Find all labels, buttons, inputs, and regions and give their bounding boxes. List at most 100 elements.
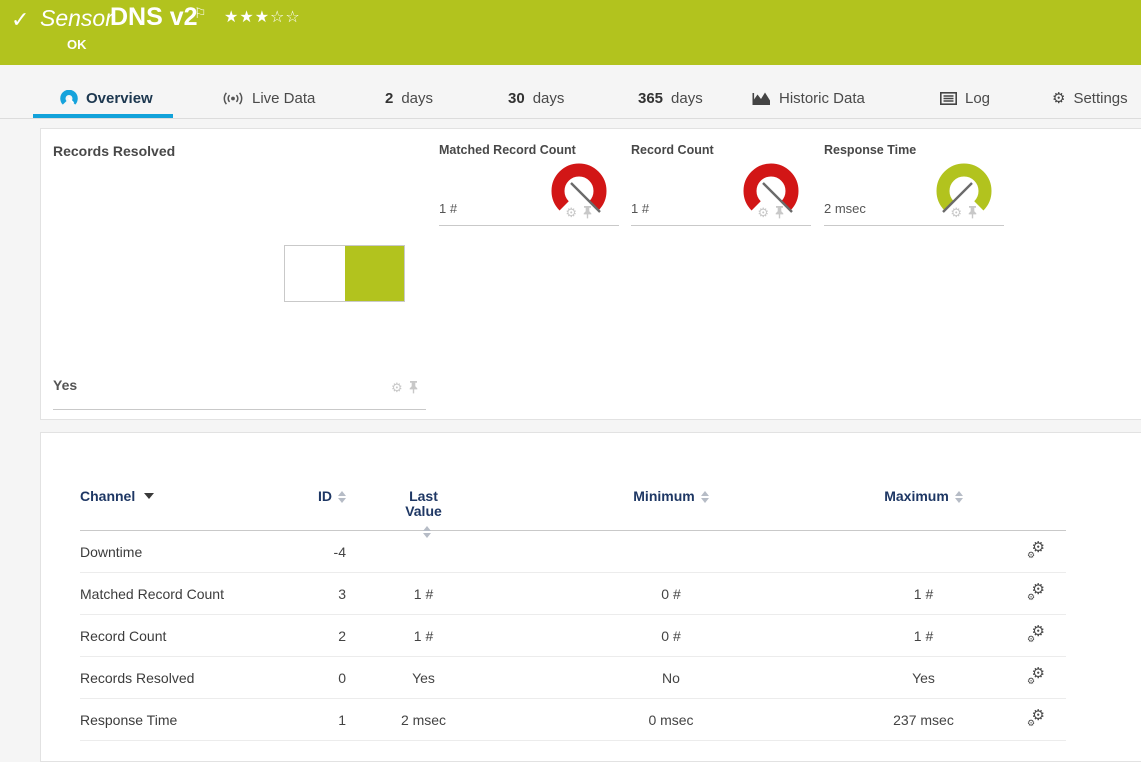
pin-icon[interactable] xyxy=(582,206,593,219)
response-time-widget: Response Time 2 msec ⚙ xyxy=(824,143,1004,227)
tab-settings[interactable]: ⚙ Settings xyxy=(1052,78,1128,118)
matched-record-count-widget: Matched Record Count 1 # ⚙ xyxy=(439,143,619,227)
column-header-last-value[interactable]: Last Value xyxy=(346,489,501,538)
record-count-widget: Record Count 1 # ⚙ xyxy=(631,143,811,227)
flag-icon[interactable]: ⚐ xyxy=(194,5,207,22)
tab-2-days[interactable]: 2 days xyxy=(385,78,433,118)
widget-value: 1 # xyxy=(439,201,457,216)
sensor-name: DNS v2 xyxy=(110,3,198,32)
channel-maximum: 237 msec xyxy=(841,712,1006,728)
widget-divider xyxy=(53,409,426,410)
tab-label: Settings xyxy=(1073,90,1127,107)
sort-arrows-icon xyxy=(338,491,346,503)
sort-arrows-icon xyxy=(701,491,709,503)
tab-live-data[interactable]: Live Data xyxy=(222,78,315,118)
channel-id: 3 xyxy=(311,586,346,602)
channel-minimum: 0 # xyxy=(501,628,841,644)
tab-label: days xyxy=(401,90,433,107)
tab-log[interactable]: Log xyxy=(940,78,990,118)
widget-value: Yes xyxy=(53,377,77,393)
channel-name: Response Time xyxy=(80,712,311,728)
gear-icon[interactable]: ⚙ xyxy=(950,206,962,219)
channel-name: Records Resolved xyxy=(80,670,311,686)
column-header-maximum[interactable]: Maximum xyxy=(841,489,1006,538)
pin-icon[interactable] xyxy=(774,206,785,219)
status-check-icon: ✓ xyxy=(11,7,29,33)
tab-historic-data[interactable]: Historic Data xyxy=(752,78,865,118)
broadcast-icon xyxy=(222,91,244,106)
tab-label: days xyxy=(533,90,565,107)
column-label: ID xyxy=(318,489,332,504)
active-tab-underline xyxy=(33,114,173,118)
tab-number: 30 xyxy=(508,90,525,107)
tab-30-days[interactable]: 30 days xyxy=(508,78,564,118)
channel-maximum: Yes xyxy=(841,670,1006,686)
channel-minimum: No xyxy=(501,670,841,686)
gear-icon[interactable]: ⚙ xyxy=(757,206,769,219)
column-header-minimum[interactable]: Minimum xyxy=(501,489,841,538)
tab-number: 365 xyxy=(638,90,663,107)
gear-icon: ⚙ xyxy=(1052,89,1065,107)
pin-icon[interactable] xyxy=(408,381,419,394)
pin-icon[interactable] xyxy=(967,206,978,219)
widget-value: 1 # xyxy=(631,201,649,216)
tab-label: Overview xyxy=(86,90,153,107)
boolean-indicator-fill xyxy=(345,246,404,301)
widget-value: 2 msec xyxy=(824,201,866,216)
area-chart-icon xyxy=(752,91,771,106)
channel-id: 1 xyxy=(311,712,346,728)
channel-maximum: 1 # xyxy=(841,628,1006,644)
channel-id: -4 xyxy=(311,544,346,560)
channel-name: Matched Record Count xyxy=(80,586,311,602)
channel-settings-gears-icon[interactable]: ⚙⚙ xyxy=(1026,667,1046,685)
channel-name: Record Count xyxy=(80,628,311,644)
widget-divider xyxy=(824,225,1004,226)
tab-label: days xyxy=(671,90,703,107)
column-label: Minimum xyxy=(633,489,694,504)
sensor-header: ✓ Sensor DNS v2 ⚐ ★★★☆☆ OK xyxy=(0,0,1141,65)
boolean-indicator xyxy=(284,245,405,302)
widget-title: Response Time xyxy=(824,143,1004,157)
channel-minimum: 0 # xyxy=(501,586,841,602)
tab-number: 2 xyxy=(385,90,393,107)
channel-last-value: 1 # xyxy=(346,628,501,644)
channel-last-value: Yes xyxy=(346,670,501,686)
sort-arrows-icon xyxy=(423,526,431,538)
channel-id: 2 xyxy=(311,628,346,644)
channel-minimum: 0 msec xyxy=(501,712,841,728)
channel-settings-gears-icon[interactable]: ⚙⚙ xyxy=(1026,541,1046,559)
tab-bar: Overview Live Data 2 days 30 days 365 da… xyxy=(0,78,1141,119)
widget-title: Matched Record Count xyxy=(439,143,619,157)
column-label: Last Value xyxy=(405,488,442,519)
column-label: Maximum xyxy=(884,489,949,504)
tab-label: Historic Data xyxy=(779,90,865,107)
channel-name: Downtime xyxy=(80,544,311,560)
gear-icon[interactable]: ⚙ xyxy=(565,206,577,219)
channel-maximum: 1 # xyxy=(841,586,1006,602)
widget-title: Record Count xyxy=(631,143,811,157)
channels-panel: Channel ID Last Value Minimum Maximum Do… xyxy=(40,432,1141,762)
column-label: Channel xyxy=(80,488,135,504)
tab-overview[interactable]: Overview xyxy=(60,78,153,118)
status-badge: OK xyxy=(67,37,87,52)
channel-last-value: 2 msec xyxy=(346,712,501,728)
column-header-id[interactable]: ID xyxy=(311,489,346,538)
sort-caret-icon xyxy=(144,493,154,499)
channel-last-value: 1 # xyxy=(346,586,501,602)
channel-id: 0 xyxy=(311,670,346,686)
channel-settings-gears-icon[interactable]: ⚙⚙ xyxy=(1026,583,1046,601)
table-row: Response Time 1 2 msec 0 msec 237 msec ⚙… xyxy=(80,699,1066,741)
log-list-icon xyxy=(940,92,957,105)
widget-divider xyxy=(439,225,619,226)
table-header-row: Channel ID Last Value Minimum Maximum xyxy=(80,473,1066,531)
gauge-icon xyxy=(60,90,78,106)
priority-stars[interactable]: ★★★☆☆ xyxy=(224,7,301,27)
channel-settings-gears-icon[interactable]: ⚙⚙ xyxy=(1026,625,1046,643)
widget-divider xyxy=(631,225,811,226)
gear-icon[interactable]: ⚙ xyxy=(391,381,403,394)
column-header-channel[interactable]: Channel xyxy=(80,489,311,538)
table-row: Records Resolved 0 Yes No Yes ⚙⚙ xyxy=(80,657,1066,699)
tab-365-days[interactable]: 365 days xyxy=(638,78,703,118)
sort-arrows-icon xyxy=(955,491,963,503)
channel-settings-gears-icon[interactable]: ⚙⚙ xyxy=(1026,709,1046,727)
